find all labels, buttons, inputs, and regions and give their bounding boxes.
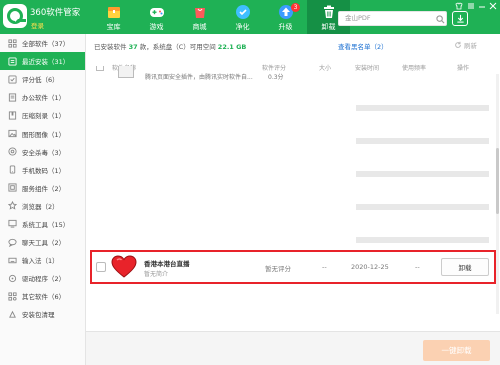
sidebar-item-chat[interactable]: 聊天工具（2） xyxy=(0,233,85,251)
grid-icon xyxy=(8,38,17,48)
software-score: 暂无评分 xyxy=(265,265,291,273)
download-icon xyxy=(456,14,464,23)
software-name: 香港本港台直播 xyxy=(144,260,190,268)
mall-icon xyxy=(194,8,205,18)
loading-placeholder xyxy=(356,237,489,243)
component-icon xyxy=(8,183,17,192)
sidebar-item-system-tools[interactable]: 系统工具（15） xyxy=(0,215,85,233)
low-score-icon xyxy=(8,75,17,84)
uninstall-button[interactable]: 卸载 xyxy=(441,258,489,276)
driver-icon xyxy=(8,274,17,282)
minimize-icon[interactable] xyxy=(478,2,486,10)
sidebar-item-image[interactable]: 图形图像（1） xyxy=(0,124,85,142)
nav-treasure[interactable]: 宝库 xyxy=(92,0,135,34)
gamepad-icon xyxy=(149,8,164,17)
compress-icon xyxy=(8,111,17,120)
purify-icon xyxy=(235,5,250,19)
phone-icon xyxy=(9,165,16,174)
nav-games[interactable]: 游戏 xyxy=(135,0,178,34)
sidebar-item-security[interactable]: 安全杀毒（3） xyxy=(0,143,85,161)
menu-icon[interactable] xyxy=(467,2,475,10)
other-icon xyxy=(8,292,17,301)
sidebar-item-other[interactable]: 其它软件（6） xyxy=(0,287,85,305)
nav-mall[interactable]: 商城 xyxy=(178,0,221,34)
software-description: 暂无简介 xyxy=(144,271,169,278)
refresh-button[interactable]: 刷新 xyxy=(454,40,477,50)
row-description: 腾讯页面安全插件，由腾讯实时软件自... xyxy=(145,74,253,81)
keyboard-icon xyxy=(8,257,17,263)
sidebar-item-office[interactable]: 办公软件（1） xyxy=(0,88,85,106)
search-icon[interactable] xyxy=(436,15,445,24)
sidebar-item-browser[interactable]: 浏览器（2） xyxy=(0,197,85,215)
row-checkbox[interactable] xyxy=(96,262,106,272)
usage-frequency: -- xyxy=(415,263,420,271)
refresh-icon xyxy=(455,41,461,48)
install-date: 2020-12-25 xyxy=(351,263,389,271)
recent-icon xyxy=(8,57,17,66)
footer-bar: 一键卸载 xyxy=(86,331,500,365)
image-icon xyxy=(8,129,17,138)
cleanup-icon xyxy=(9,310,16,318)
loading-placeholder xyxy=(356,171,489,177)
table-row[interactable]: 腾讯页面安全插件，由腾讯实时软件自... 0.3分 xyxy=(90,66,495,88)
sidebar-item-all[interactable]: 全部软件（37） xyxy=(0,34,85,52)
nav-upgrade[interactable]: 升级 3 xyxy=(264,0,307,34)
one-key-uninstall-button[interactable]: 一键卸载 xyxy=(423,340,490,361)
heart-app-icon xyxy=(111,255,137,278)
app-title: 360软件管家 xyxy=(30,8,81,18)
sidebar-item-compress[interactable]: 压缩刻录（1） xyxy=(0,106,85,124)
browser-icon xyxy=(8,201,17,211)
skin-icon[interactable] xyxy=(455,2,463,10)
sidebar-item-phone[interactable]: 手机数码（1） xyxy=(0,161,85,179)
sidebar-item-input-method[interactable]: 输入法（1） xyxy=(0,251,85,269)
upgrade-count-badge: 3 xyxy=(291,3,300,12)
install-summary: 已安装软件 37 款，系统盘（C）可用空间 22.1 GB xyxy=(94,43,247,51)
tools-icon xyxy=(8,220,17,229)
row-checkbox[interactable] xyxy=(96,66,104,71)
chat-icon xyxy=(8,238,17,247)
shield-icon xyxy=(8,147,17,156)
software-list-panel: 已安装软件 37 款，系统盘（C）可用空间 22.1 GB 查看黑名单（2） 刷… xyxy=(86,34,500,365)
scrollbar-thumb[interactable] xyxy=(496,148,499,214)
app-icon xyxy=(118,66,134,78)
row-score: 0.3分 xyxy=(268,74,284,81)
app-header: 360软件管家 登录 宝库 游戏 商城 净化 升级 3 卸载 金山PDF xyxy=(0,0,500,34)
software-size: -- xyxy=(322,263,327,271)
sidebar-item-components[interactable]: 服务组件（2） xyxy=(0,179,85,197)
view-blacklist-link[interactable]: 查看黑名单（2） xyxy=(338,41,388,51)
office-icon xyxy=(8,93,17,102)
nav-purify[interactable]: 净化 xyxy=(221,0,264,34)
top-nav: 宝库 游戏 商城 净化 升级 3 卸载 xyxy=(92,0,350,34)
highlighted-table-row[interactable]: 香港本港台直播 暂无简介 暂无评分 -- 2020-12-25 -- 卸载 xyxy=(90,250,496,284)
sidebar-item-recent[interactable]: 最近安装（31） xyxy=(0,52,85,71)
download-manager-button[interactable] xyxy=(452,11,468,26)
treasure-icon xyxy=(107,7,120,18)
search-input[interactable]: 金山PDF xyxy=(338,11,447,26)
app-logo-icon xyxy=(3,4,27,28)
trash-icon xyxy=(323,5,334,18)
loading-placeholder xyxy=(356,105,489,111)
login-link[interactable]: 登录 xyxy=(31,20,44,30)
sidebar-item-package-cleanup[interactable]: 安装包清理 xyxy=(0,305,85,323)
loading-placeholder xyxy=(356,204,489,210)
list-scrollbar[interactable] xyxy=(496,74,499,314)
close-icon[interactable] xyxy=(489,2,497,10)
loading-placeholder xyxy=(356,138,489,144)
sidebar-item-drivers[interactable]: 驱动程序（2） xyxy=(0,269,85,287)
category-sidebar: 全部软件（37） 最近安装（31） 评分低（6） 办公软件（1） 压缩刻录（1）… xyxy=(0,34,86,365)
sidebar-item-low-score[interactable]: 评分低（6） xyxy=(0,70,85,88)
